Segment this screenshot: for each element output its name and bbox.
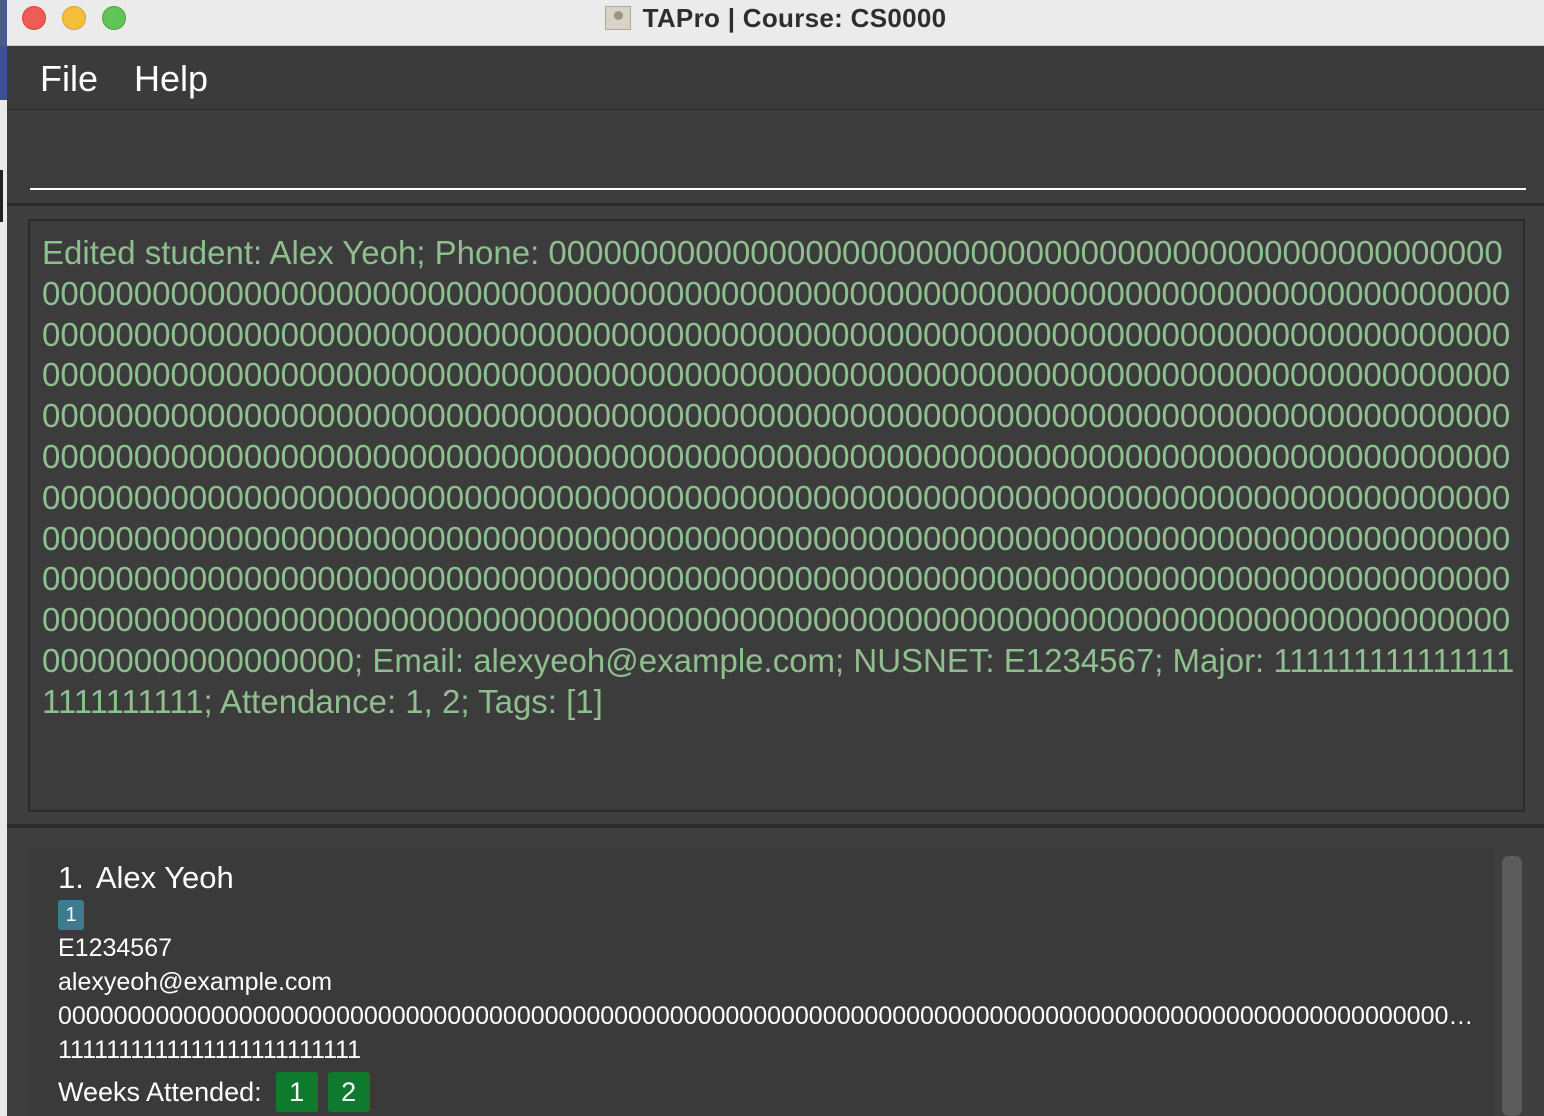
title-bar[interactable]: TAPro | Course: CS0000 [7,0,1544,46]
file-menu[interactable]: File [40,58,98,100]
command-box-pane [7,110,1544,206]
background-window-strip [0,46,7,1116]
app-window: TAPro | Course: CS0000 File Help Edited … [7,0,1544,1116]
student-email: alexyeoh@example.com [58,968,333,996]
weeks-attended-row: Weeks Attended: 1 2 [58,1072,370,1112]
window-title-group: TAPro | Course: CS0000 [7,0,1544,36]
student-name-row: 1. Alex Yeoh [58,860,234,896]
student-phone: 0000000000000000000000000000000000000000… [58,1002,1478,1030]
student-major: 1111111111111111111111111 [58,1036,362,1064]
week-badge: 1 [275,1072,318,1112]
student-tag: 1 [58,900,84,930]
list-scrollbar[interactable] [1502,856,1522,1116]
menu-bar: File Help [7,46,1544,110]
help-menu[interactable]: Help [134,58,208,100]
student-list-panel: 1. Alex Yeoh 1 E1234567 alexyeoh@example.… [7,828,1544,1116]
student-index: 1. [58,860,84,895]
window-title: TAPro | Course: CS0000 [642,2,947,33]
student-nusnet: E1234567 [58,934,173,962]
command-input[interactable] [30,140,1526,190]
result-display[interactable]: Edited student: Alex Yeoh; Phone: 000000… [28,219,1525,812]
background-window-mark [0,170,3,222]
result-message: Edited student: Alex Yeoh; Phone: 000000… [42,234,1515,720]
background-window-blue-bar [0,46,7,100]
student-card[interactable]: 1. Alex Yeoh 1 E1234567 alexyeoh@example.… [28,848,1495,1116]
week-badge: 2 [327,1072,370,1112]
student-name: Alex Yeoh [95,860,234,895]
weeks-attended-label: Weeks Attended: [58,1076,262,1107]
address-book-icon [604,6,631,30]
